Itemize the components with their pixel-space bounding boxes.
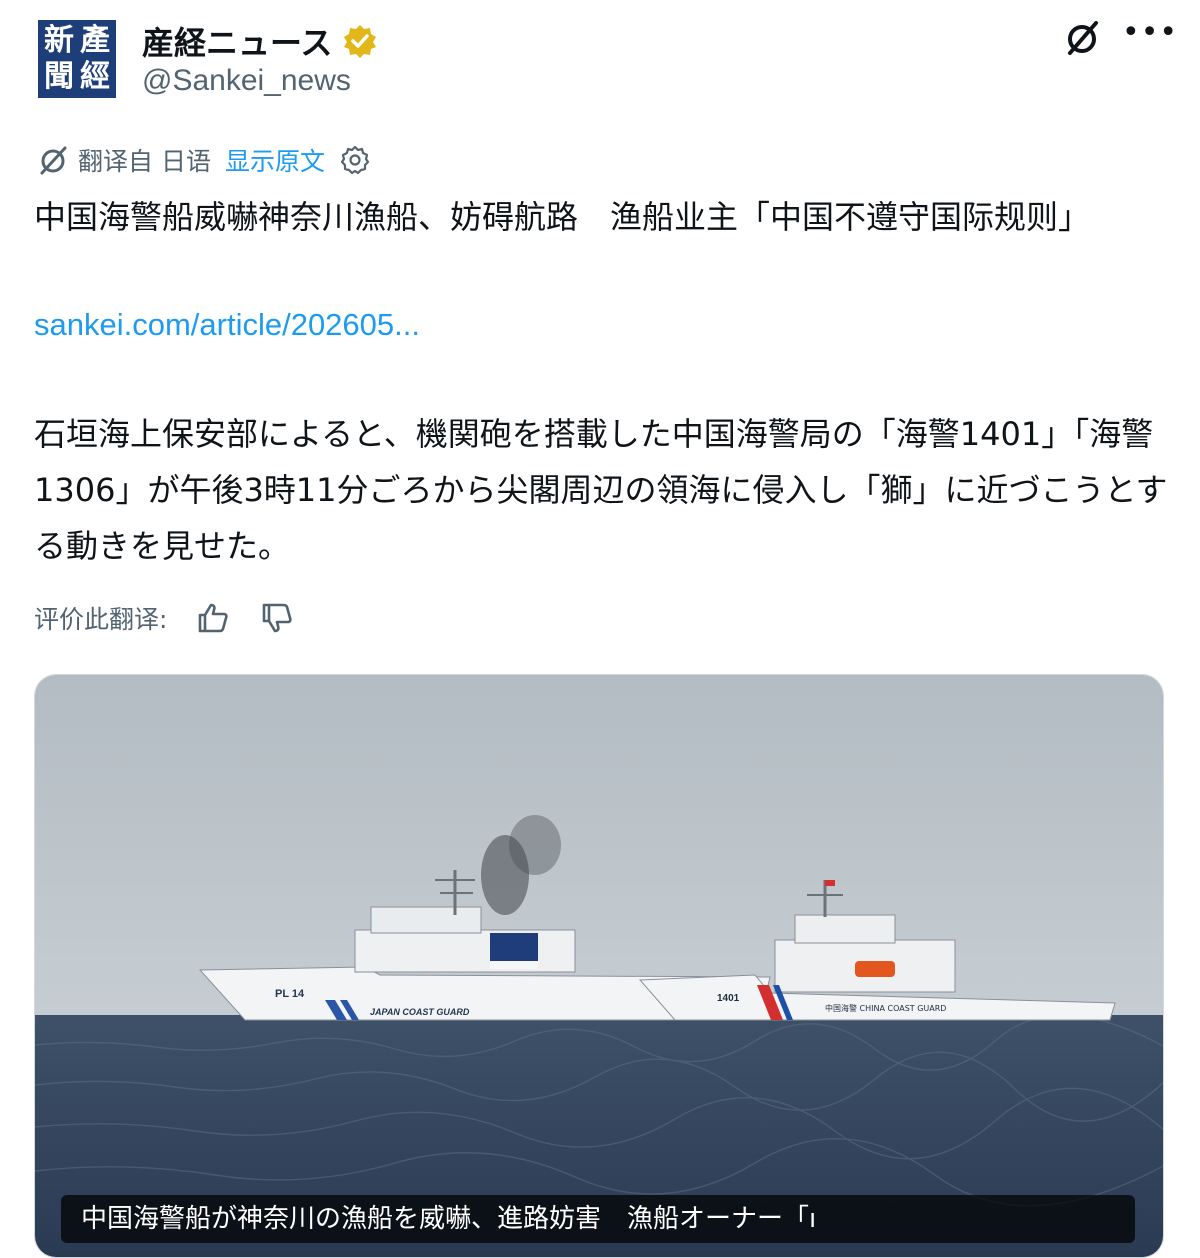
avatar[interactable]: 新 產 聞 經 (38, 20, 116, 98)
grok-translate-icon (40, 146, 67, 175)
tweet-header: 新 產 聞 經 産経ニュース @Sankei_news ••• (0, 0, 1200, 110)
show-original-link[interactable]: 显示原文 (225, 142, 325, 178)
thumbs-up-icon[interactable] (195, 600, 231, 636)
avatar-char: 聞 (44, 59, 74, 94)
avatar-char: 新 (44, 23, 74, 58)
verified-badge-icon (344, 25, 377, 58)
display-name[interactable]: 産経ニュース (142, 18, 332, 64)
ship2-hull-number: 1401 (717, 993, 740, 1004)
translation-bar: 翻译自 日语 显示原文 (36, 142, 371, 178)
thumbs-down-icon[interactable] (259, 600, 295, 636)
tweet-headline: 中国海警船威嚇神奈川漁船、妨碍航路 渔船业主「中国不遵守国际规则」 (34, 198, 1091, 236)
rate-translation: 评价此翻译: (34, 600, 295, 636)
more-options-icon[interactable]: ••• (1122, 18, 1177, 54)
avatar-char: 產 (80, 23, 110, 58)
ships-photo: PL 14 JAPAN COAST GUARD 1401 中国海警 CHINA … (35, 675, 1163, 1257)
gear-icon[interactable] (339, 144, 371, 176)
rate-translation-label: 评价此翻译: (34, 605, 168, 634)
ship2-hull-text: 中国海警 CHINA COAST GUARD (825, 1003, 946, 1013)
avatar-char: 經 (80, 59, 110, 94)
ship1-hull-number: PL 14 (275, 988, 305, 1000)
ship1-hull-text: JAPAN COAST GUARD (370, 1007, 470, 1017)
tweet-body: 石垣海上保安部によると、機関砲を搭載した中国海警局の「海警1401」「海警130… (34, 415, 1168, 565)
translated-from-label: 翻译自 日语 (78, 147, 211, 176)
name-row: 産経ニュース (142, 18, 378, 64)
media-image[interactable]: PL 14 JAPAN COAST GUARD 1401 中国海警 CHINA … (34, 674, 1164, 1258)
media-caption: 中国海警船が神奈川の漁船を威嚇、進路妨害 漁船オーナー「ı (61, 1195, 1135, 1243)
article-link[interactable]: sankei.com/article/202605... (34, 302, 420, 348)
grok-icon[interactable] (1062, 18, 1102, 58)
handle[interactable]: @Sankei_news (142, 64, 351, 98)
